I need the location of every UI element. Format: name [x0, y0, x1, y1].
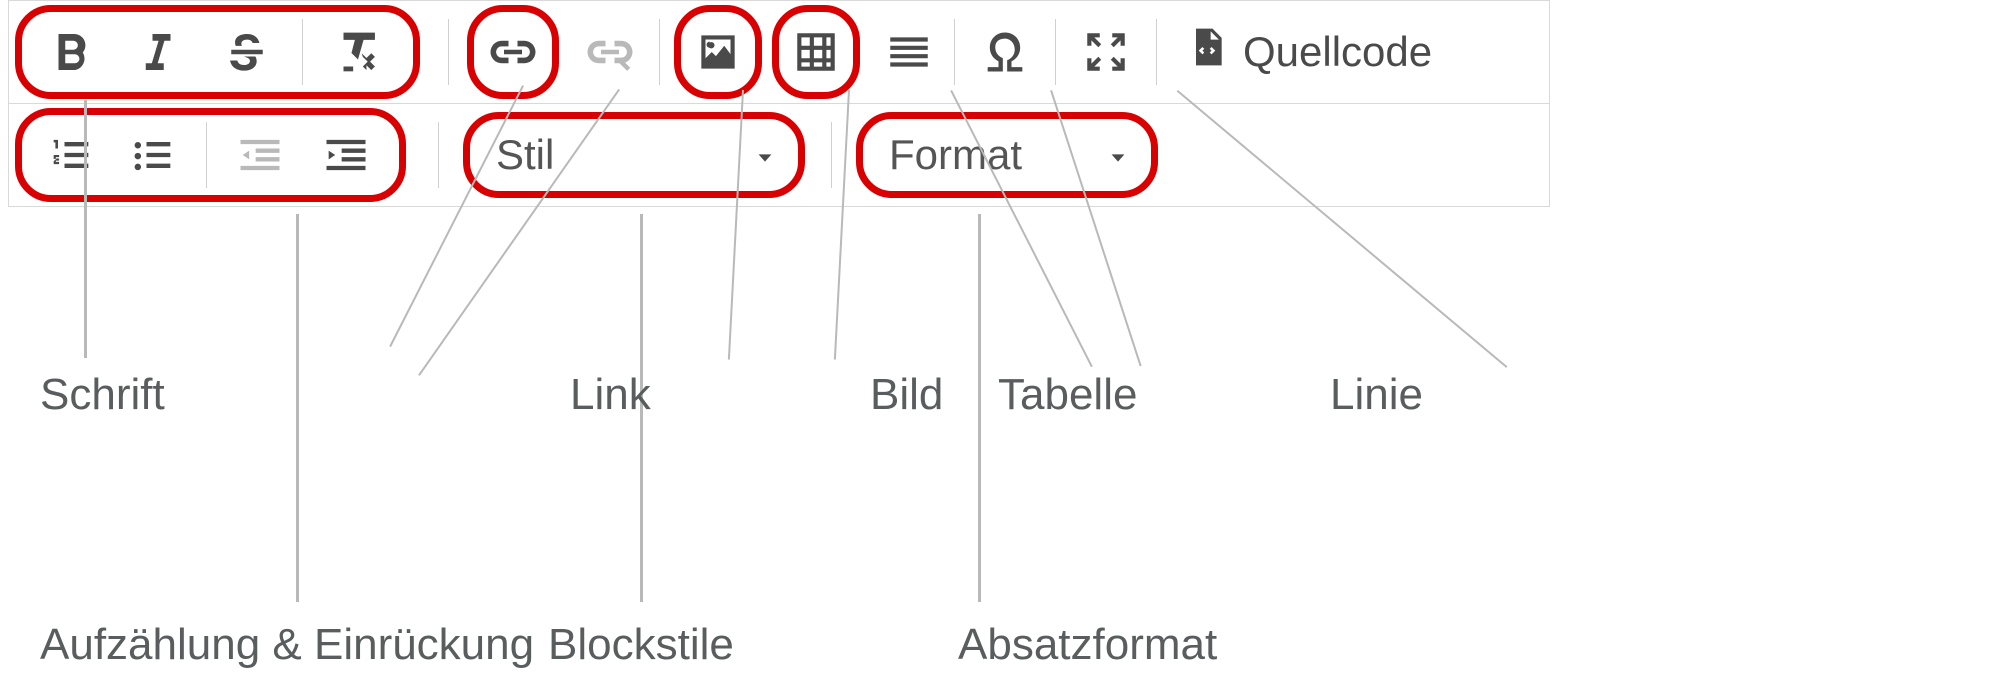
horizontal-rule-button[interactable] [874, 16, 944, 88]
table-group [772, 5, 860, 99]
italic-icon [130, 25, 184, 79]
ordered-list-icon [45, 129, 97, 181]
maximize-button[interactable] [1066, 16, 1146, 88]
list-indent-group [15, 108, 406, 202]
maximize-icon [1081, 27, 1131, 77]
remove-format-icon [329, 23, 387, 81]
indent-icon [320, 129, 372, 181]
table-icon [791, 27, 841, 77]
diagram-stage: Quellcode [0, 0, 2000, 687]
unlink-icon [583, 25, 637, 79]
separator [1156, 19, 1157, 85]
editor-toolbar: Quellcode [8, 0, 1550, 207]
annotation-schrift: Schrift [40, 370, 165, 420]
annotation-absatzformat: Absatzformat [958, 620, 1217, 670]
toolbar-row-2: Stil Format [9, 103, 1549, 206]
annotation-bild: Bild [870, 370, 943, 420]
style-dropdown[interactable]: Stil [463, 112, 805, 198]
chevron-down-icon [754, 131, 776, 179]
strikethrough-icon [220, 25, 274, 79]
ordered-list-button[interactable] [32, 119, 110, 191]
separator [954, 19, 955, 85]
leader-line [296, 214, 299, 602]
image-button[interactable] [687, 16, 749, 88]
table-button[interactable] [785, 16, 847, 88]
leader-line [84, 100, 87, 358]
special-char-button[interactable] [965, 16, 1045, 88]
outdent-icon [234, 129, 286, 181]
annotation-tabelle: Tabelle [998, 370, 1137, 420]
unlink-button[interactable] [571, 16, 649, 88]
remove-format-button[interactable] [313, 16, 403, 88]
link-icon [486, 25, 540, 79]
source-button-label: Quellcode [1243, 28, 1432, 76]
strikethrough-button[interactable] [202, 16, 292, 88]
unordered-list-icon [127, 129, 179, 181]
separator [206, 122, 207, 188]
horizontal-rule-icon [884, 27, 934, 77]
image-group [674, 5, 762, 99]
source-icon [1185, 25, 1229, 79]
special-char-icon [979, 26, 1031, 78]
bold-button[interactable] [32, 16, 112, 88]
bold-icon [45, 25, 99, 79]
annotation-link: Link [570, 370, 651, 420]
toolbar-row-1: Quellcode [9, 1, 1549, 103]
chevron-down-icon [1107, 131, 1129, 179]
separator [1055, 19, 1056, 85]
italic-button[interactable] [112, 16, 202, 88]
separator [448, 19, 449, 85]
annotation-linie: Linie [1330, 370, 1423, 420]
format-dropdown[interactable]: Format [856, 112, 1158, 198]
leader-line [978, 214, 981, 602]
separator [659, 19, 660, 85]
unordered-list-button[interactable] [110, 119, 196, 191]
font-style-group [15, 5, 420, 99]
annotation-blockstile: Blockstile [548, 620, 734, 670]
separator [302, 19, 303, 85]
format-dropdown-label: Format [889, 131, 1022, 179]
separator [831, 122, 832, 188]
separator [438, 122, 439, 188]
link-button[interactable] [480, 16, 546, 88]
image-icon [693, 27, 743, 77]
indent-button[interactable] [303, 119, 389, 191]
style-dropdown-label: Stil [496, 131, 554, 179]
link-group [467, 5, 559, 99]
annotation-aufzaehlung: Aufzählung & Einrückung [40, 620, 534, 670]
outdent-button[interactable] [217, 119, 303, 191]
source-button[interactable]: Quellcode [1167, 25, 1450, 79]
